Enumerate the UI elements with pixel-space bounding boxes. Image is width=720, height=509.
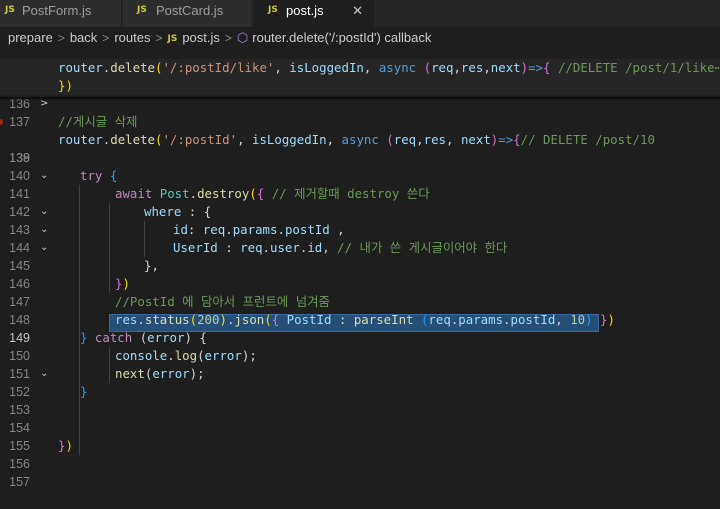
- code-line-141[interactable]: 141 ⌄ try {: [0, 167, 720, 217]
- breakpoint-icon[interactable]: [0, 119, 3, 125]
- close-icon[interactable]: ✕: [352, 0, 363, 21]
- code-line-151[interactable]: 151 console.log(error);: [0, 347, 720, 381]
- code-text: id: req.params.postId ,: [173, 222, 345, 237]
- code-text: } catch (error) {: [80, 330, 207, 345]
- code-line-148[interactable]: 148 //PostId 에 담아서 프런트에 넘겨줌: [0, 293, 720, 327]
- breadcrumb: prepare > back > routes > JS post.js > ⬡ router.de…: [0, 27, 720, 49]
- code-line-142[interactable]: 142 ⌄ await Post.destroy({ // 제거할때 destr…: [0, 185, 720, 235]
- code-line-149[interactable]: 149 res.status(200).json({ PostId : pars…: [0, 311, 720, 345]
- symbol-method-icon: ⬡: [236, 30, 249, 45]
- code-line-153[interactable]: 153 }: [0, 383, 720, 417]
- code-line-157[interactable]: 157: [0, 455, 720, 489]
- code-text: //게시글 삭제: [58, 114, 138, 129]
- code-line-138[interactable]: 138 //게시글 삭제: [0, 113, 720, 165]
- tab-label: post.js: [286, 3, 324, 18]
- code-text: }): [115, 276, 130, 291]
- code-line-140[interactable]: 140: [0, 149, 720, 183]
- chevron-right-icon: >: [102, 31, 110, 45]
- chevron-right-icon: >: [224, 31, 232, 45]
- line-number: 157: [9, 475, 30, 489]
- code-line-146[interactable]: 146 },: [0, 257, 720, 291]
- code-text: }: [80, 384, 88, 399]
- editor-tab-bar: JS PostForm.js JS PostCard.js JS post.js…: [0, 0, 720, 27]
- code-text: try {: [80, 168, 118, 183]
- code-text: router.delete('/:postId', isLoggedIn, as…: [58, 132, 655, 147]
- javascript-file-icon: JS: [167, 34, 178, 44]
- chevron-right-icon: >: [155, 31, 163, 45]
- code-text: }): [58, 438, 73, 453]
- code-line-145[interactable]: 145 UserId : req.user.id, // 내가 쓴 게시글이어야…: [0, 239, 720, 273]
- code-text: //PostId 에 담아서 프런트에 넘겨줌: [115, 294, 330, 309]
- code-text: res.status(200).json({ PostId : parseInt…: [115, 312, 615, 327]
- breadcrumb-item-symbol[interactable]: router.delete('/:postId') callback: [252, 27, 431, 49]
- code-line-154[interactable]: 154: [0, 401, 720, 435]
- code-text: await Post.destroy({ // 제거할때 destroy 쓴다: [115, 186, 430, 201]
- code-line-143[interactable]: 143 ⌄ where : {: [0, 203, 720, 253]
- chevron-right-icon: >: [57, 31, 65, 45]
- code-line-155[interactable]: 155: [0, 419, 720, 453]
- code-line-152[interactable]: 152 next(error);: [0, 365, 720, 399]
- breadcrumb-item-routes[interactable]: routes: [114, 27, 150, 49]
- tab-post-js[interactable]: JS post.js ✕: [254, 0, 374, 27]
- code-text: },: [144, 258, 159, 273]
- code-text: }): [58, 78, 73, 93]
- code-line-150[interactable]: 150 ⌄ } catch (error) {: [0, 329, 720, 379]
- sticky-line-136[interactable]: 136 }): [0, 77, 720, 111]
- breadcrumb-item-prepare[interactable]: prepare: [8, 27, 53, 49]
- breadcrumb-item-back[interactable]: back: [70, 27, 97, 49]
- code-text: next(error);: [115, 366, 205, 381]
- code-text: console.log(error);: [115, 348, 257, 363]
- tab-postform-js[interactable]: JS PostForm.js: [0, 0, 122, 27]
- code-line-137[interactable]: 137: [0, 95, 720, 129]
- code-line-147[interactable]: 147 }): [0, 275, 720, 309]
- code-text: router.delete('/:postId/like', isLoggedI…: [58, 60, 720, 75]
- javascript-file-icon: JS: [5, 5, 15, 15]
- code-editor[interactable]: 119 > router.delete('/:postId/like', isL…: [0, 59, 720, 489]
- code-line-139[interactable]: 139 ⌄ router.delete('/:postId', isLogged…: [0, 131, 720, 181]
- code-line-156[interactable]: 156 }): [0, 437, 720, 471]
- sticky-line-119[interactable]: 119 > router.delete('/:postId/like', isL…: [0, 59, 720, 109]
- javascript-file-icon: JS: [268, 5, 278, 15]
- tab-label: PostForm.js: [22, 3, 92, 18]
- tab-postcard-js[interactable]: JS PostCard.js: [123, 0, 253, 27]
- tab-label: PostCard.js: [156, 3, 224, 18]
- code-line-144[interactable]: 144 id: req.params.postId ,: [0, 221, 720, 255]
- javascript-file-icon: JS: [137, 5, 147, 15]
- code-text: where : {: [144, 204, 212, 219]
- code-text: UserId : req.user.id, // 내가 쓴 게시글이어야 한다: [173, 240, 508, 255]
- breadcrumb-item-file[interactable]: post.js: [182, 27, 220, 49]
